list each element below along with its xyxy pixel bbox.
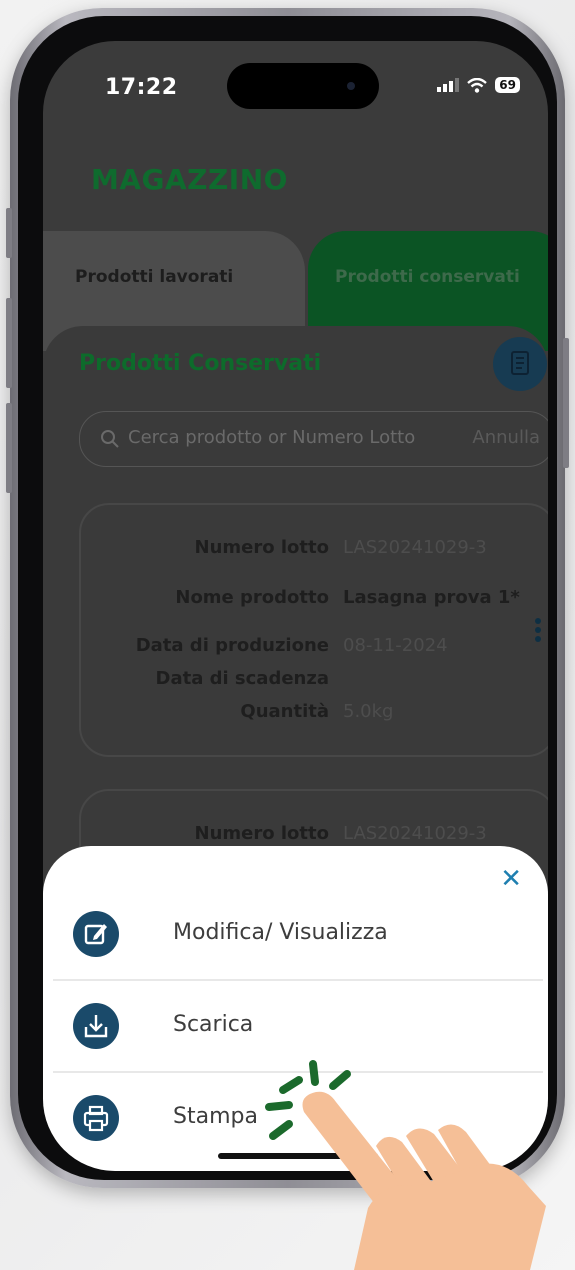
option-label: Stampa xyxy=(173,1104,258,1129)
document-icon xyxy=(511,351,529,375)
product-card[interactable]: Numero lotto LAS20241029-3 Nome prodotto… xyxy=(79,503,548,757)
battery-level: 69 xyxy=(495,77,520,93)
section-title: Prodotti Conservati xyxy=(79,351,322,376)
lot-label: Numero lotto xyxy=(194,823,329,844)
phone-bezel: 17:22 69 MAGAZZINO Prodotti lavorati Pro… xyxy=(18,16,557,1180)
production-date-value: 08-11-2024 xyxy=(343,635,448,656)
document-button[interactable] xyxy=(493,337,547,391)
search-bar[interactable]: Cerca prodotto or Numero Lotto Annulla xyxy=(79,411,548,467)
option-label: Modifica/ Visualizza xyxy=(173,920,388,945)
mute-switch xyxy=(6,208,12,258)
lot-label: Numero lotto xyxy=(194,537,329,558)
more-options-icon[interactable] xyxy=(535,615,543,645)
divider xyxy=(53,979,543,981)
expiry-date-label: Data di scadenza xyxy=(155,668,330,689)
tab-label-lavorati: Prodotti lavorati xyxy=(75,267,234,287)
production-date-label: Data di produzione xyxy=(135,635,329,656)
edit-icon xyxy=(73,911,119,957)
power-button xyxy=(563,338,569,468)
lot-value: LAS20241029-3 xyxy=(343,537,487,558)
quantity-value: 5.0kg xyxy=(343,701,394,722)
wifi-icon xyxy=(467,77,488,93)
camera-dot xyxy=(347,82,355,90)
volume-down-button xyxy=(6,403,12,493)
lot-value: LAS20241029-3 xyxy=(343,823,487,844)
option-label: Scarica xyxy=(173,1012,254,1037)
search-icon xyxy=(101,430,119,448)
quantity-label: Quantità xyxy=(240,701,329,722)
dynamic-island xyxy=(227,63,379,109)
volume-up-button xyxy=(6,298,12,388)
printer-icon xyxy=(73,1095,119,1141)
product-name-value: Lasagna prova 1* xyxy=(343,587,520,608)
cancel-button[interactable]: Annulla xyxy=(472,427,540,448)
status-time: 17:22 xyxy=(105,75,178,100)
app-title: MAGAZZINO xyxy=(91,163,288,196)
status-icons: 69 xyxy=(437,77,520,93)
phone-frame: 17:22 69 MAGAZZINO Prodotti lavorati Pro… xyxy=(6,8,569,1188)
close-icon[interactable]: ✕ xyxy=(500,864,522,894)
status-bar: 17:22 69 xyxy=(43,41,548,131)
download-icon xyxy=(73,1003,119,1049)
search-input[interactable]: Cerca prodotto or Numero Lotto xyxy=(128,427,448,448)
tab-label-conservati: Prodotti conservati xyxy=(335,267,520,287)
screen: 17:22 69 MAGAZZINO Prodotti lavorati Pro… xyxy=(43,41,548,1171)
product-name-label: Nome prodotto xyxy=(175,587,329,608)
pointing-hand-icon xyxy=(302,1091,546,1270)
signal-icon xyxy=(437,78,460,92)
option-modifica-visualizza[interactable]: Modifica/ Visualizza xyxy=(53,892,543,978)
